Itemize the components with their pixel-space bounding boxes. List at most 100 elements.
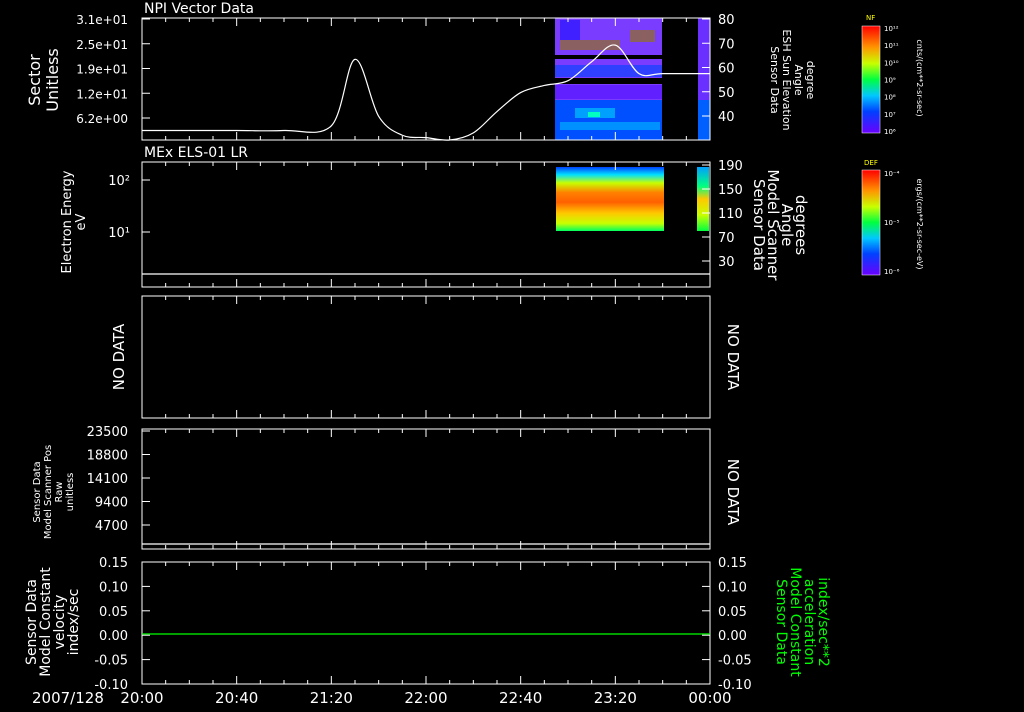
panel-npi-vector-data: NPI Vector Data 3.1e+01 2.5e+01 1.9e+01 1.2… (25, 1, 817, 141)
y-tick-label: 60 (718, 62, 735, 77)
colorbar-nf: NF 10¹² 10¹¹ 10¹⁰ 10⁹ 10⁸ 10⁷ 10⁶ cnts/(cm**2-… (861, 14, 924, 136)
y-tick-label: 0.05 (99, 605, 128, 620)
y-tick-label: 0.15 (99, 556, 128, 571)
panel-4-ylabel-3: Raw (54, 481, 65, 502)
x-tick-label: 20:40 (215, 689, 258, 707)
spec-block (698, 100, 710, 140)
y-tick-label: 70 (718, 231, 735, 246)
panel-3-right-no-data: NO DATA (724, 324, 742, 391)
panel-5-right-ylabel-3: acceleration (801, 579, 817, 665)
colorbar-tick-label: 10⁻⁶ (884, 268, 900, 276)
y-tick-label: 23500 (87, 425, 128, 440)
y-tick-label: 0.10 (718, 580, 747, 595)
colorbar-tick-label: 10⁻⁵ (884, 219, 900, 227)
y-tick-label: 40 (718, 110, 735, 125)
colorbar-nf-bar (861, 25, 881, 134)
panel-1-spectrogram (555, 18, 710, 140)
colorbar-tick-label: 10¹⁰ (884, 59, 899, 67)
y-tick-label: 4700 (95, 519, 128, 534)
panel-2-ylabel-1: Electron Energy (60, 170, 75, 273)
panel-5-velocity: 0.150.100.050.00-0.05-0.10 0.150.100.050… (24, 556, 831, 693)
y-tick-label: 2.5e+01 (76, 38, 128, 52)
panel-1-left-axis: 3.1e+01 2.5e+01 1.9e+01 1.2e+01 6.2e+00 (76, 13, 150, 126)
y-tick-label: 0.05 (718, 605, 747, 620)
y-tick-label: 1.9e+01 (76, 63, 128, 77)
x-tick-label: 22:00 (404, 689, 447, 707)
spec-block (588, 112, 600, 117)
colorbar-nf-unit: cnts/(cm**2-sr-sec) (915, 39, 924, 116)
panel-4-frame (141, 428, 711, 550)
colorbar-tick-label: 10¹¹ (884, 42, 899, 50)
panel-5-right-ylabel-4: index/sec**2 (815, 577, 831, 667)
panel-4-ylabel-4: unitless (65, 473, 76, 512)
y-tick-label: 30 (718, 255, 735, 270)
panel-5-right-ylabel-1: Sensor Data (773, 579, 789, 665)
panel-4-left-axis: 23500 18800 14100 9400 4700 (87, 425, 150, 534)
colorbar-tick-label: 10⁷ (884, 111, 896, 119)
y-tick-label: 14100 (87, 472, 128, 487)
spec-block (555, 85, 662, 99)
x-tick-label: 23:20 (594, 689, 637, 707)
panel-5-x-ticks (141, 562, 711, 684)
colorbar-tick-label: 10⁸ (884, 94, 896, 102)
panel-1-right-ylabel-4: degree (804, 61, 817, 100)
panel-1-ylabel-line1: Sector (25, 54, 44, 106)
panel-1-title: NPI Vector Data (144, 1, 254, 17)
colorbar-def-unit: ergs/(cm**2-sr-sec-eV) (915, 178, 924, 269)
x-tick-label: 00:00 (688, 689, 731, 707)
spec-block (630, 30, 655, 42)
y-tick-label: 0.10 (99, 580, 128, 595)
colorbar-nf-ticks: 10¹² 10¹¹ 10¹⁰ 10⁹ 10⁸ 10⁷ 10⁶ (884, 25, 899, 136)
panel-4-ylabel-1: Sensor Data (32, 461, 43, 522)
y-tick-label: 0.00 (99, 629, 128, 644)
x-tick-label: 21:20 (310, 689, 353, 707)
colorbar-def-label: DEF (864, 159, 878, 167)
y-tick-label: 9400 (95, 496, 128, 511)
x-axis: 2007/128 20:00 20:40 21:20 22:00 22:40 23:20 0… (32, 689, 732, 707)
y-tick-label: 3.1e+01 (76, 13, 128, 27)
colorbar-def-ticks: 10⁻⁴ 10⁻⁵ 10⁻⁶ (884, 170, 900, 276)
colorbar-tick-label: 10¹² (884, 25, 899, 33)
panel-3-no-data: NO DATA NO DATA (110, 295, 742, 419)
y-tick-label: 80 (718, 13, 735, 28)
y-tick-label: 0.15 (718, 556, 747, 571)
panel-5-right-ylabel-2: Model Constant (787, 567, 803, 677)
panel-5-right-axis: 0.150.100.050.00-0.05-0.10 (702, 556, 752, 693)
panel-4-x-ticks (141, 429, 711, 549)
panel-2-title: MEx ELS-01 LR (144, 145, 248, 161)
electron-spectrogram-block (697, 167, 709, 231)
y-tick-label: -0.05 (94, 654, 128, 669)
ytick-label: 10² (108, 174, 130, 189)
colorbar-tick-label: 10⁹ (884, 77, 896, 85)
panel-1-right-ylabel-2: ESH Sun Elevation (780, 29, 793, 130)
spec-block (555, 55, 662, 59)
spec-block (555, 100, 662, 140)
y-tick-label: 50 (718, 86, 735, 101)
x-tick-label: 22:40 (499, 689, 542, 707)
y-tick-label: 0.00 (718, 629, 747, 644)
panel-2-ylabel-2: eV (74, 213, 89, 230)
electron-spectrogram-block (556, 167, 664, 231)
panel-5-ylabel-4: index/sec (66, 589, 82, 656)
panel-3-frame (141, 295, 711, 419)
ytick-label: 10¹ (108, 226, 130, 241)
panel-4-ylabel-2: Model Scanner Pos (43, 445, 54, 539)
colorbar-def: DEF 10⁻⁴ 10⁻⁵ 10⁻⁶ ergs/(cm**2-sr-sec-eV) (861, 159, 924, 276)
x-axis-tick-labels: 20:00 20:40 21:20 22:00 22:40 23:20 00:00 (120, 689, 731, 707)
panel-5-frame (141, 561, 711, 685)
panel-2-left-axis: 10² 10¹ (108, 174, 150, 241)
panel-mex-els: MEx ELS-01 LR 10² 10¹ 190 150 110 70 30 Elec… (60, 145, 810, 288)
panel-4-scanner-pos: 23500 18800 14100 9400 4700 Sensor Data Mode… (32, 425, 742, 550)
plot-canvas: NPI Vector Data 3.1e+01 2.5e+01 1.9e+01 1.2… (24, 1, 924, 707)
panel-3-x-ticks (141, 296, 711, 418)
x-axis-date: 2007/128 (32, 689, 104, 707)
y-tick-label: 110 (718, 207, 743, 222)
y-tick-label: 18800 (87, 449, 128, 464)
y-tick-label: 6.2e+00 (76, 112, 128, 126)
y-tick-label: 1.2e+01 (76, 87, 128, 101)
colorbar-nf-label: NF (866, 14, 875, 22)
x-tick-label: 20:00 (120, 689, 163, 707)
colorbar-tick-label: 10⁻⁴ (884, 170, 900, 178)
colorbar-def-bar (861, 169, 881, 276)
y-tick-label: 190 (718, 159, 743, 174)
